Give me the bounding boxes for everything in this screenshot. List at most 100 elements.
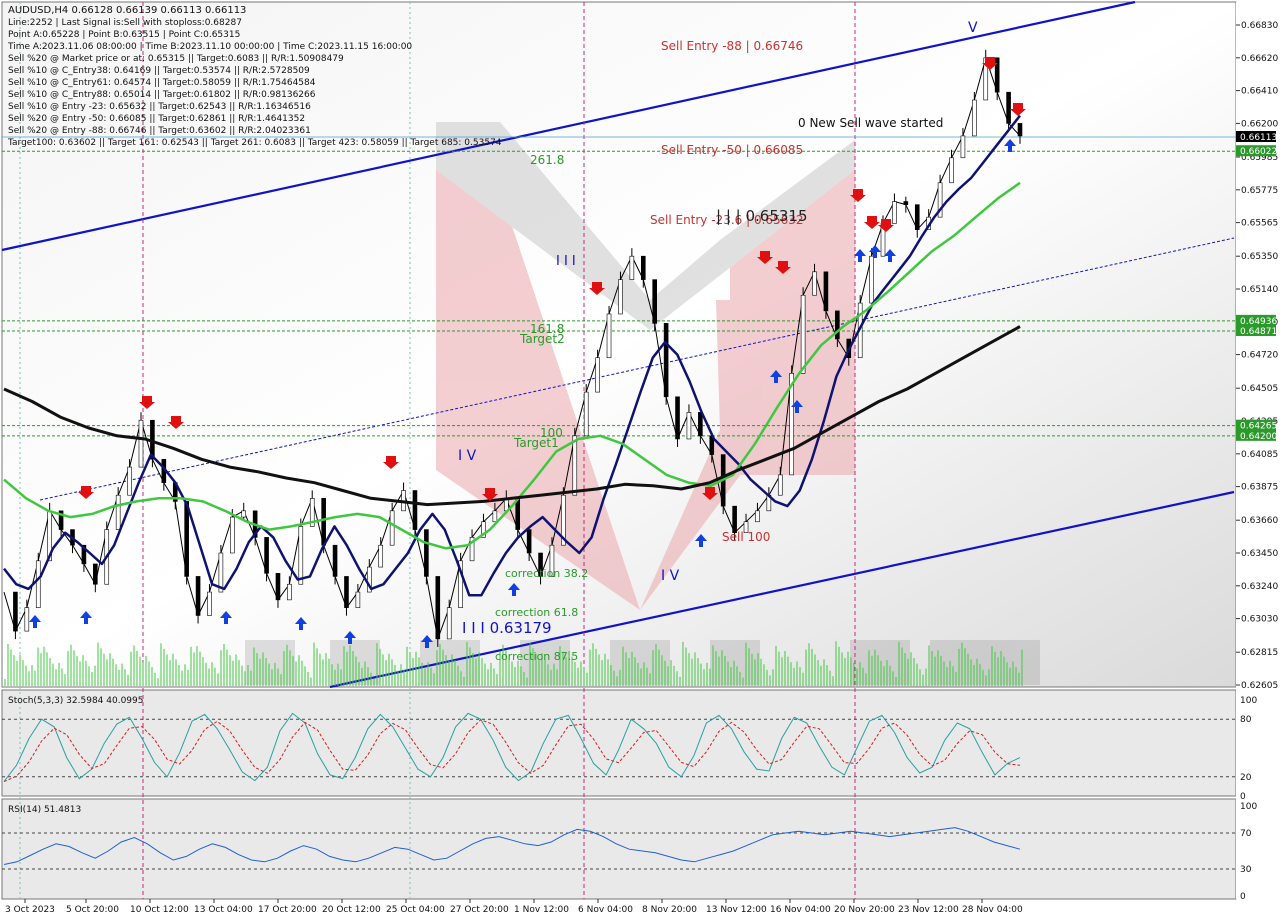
rsi-level-label: 30: [1240, 865, 1252, 875]
info-line: Point A:0.65228 | Point B:0.63515 | Poin…: [8, 30, 240, 40]
candle-body: [572, 435, 578, 496]
rsi-level-label: 70: [1240, 829, 1252, 839]
rsi-level-label: 100: [1240, 802, 1257, 812]
info-line: Time A:2023.11.06 08:00:00 | Time B:2023…: [7, 42, 412, 52]
sell-100-label: Sell 100: [722, 530, 770, 544]
sell-entry-88-label: Sell Entry -88 | 0.66746: [661, 39, 803, 53]
candle-body: [606, 313, 612, 359]
price-tick-label: 0.62605: [1241, 681, 1278, 691]
price-tick-label: 0.63030: [1241, 615, 1278, 625]
wave-iv-label: I V: [458, 448, 477, 464]
price-tick-label: 0.66830: [1241, 21, 1278, 31]
candle-body: [972, 99, 977, 137]
info-line: Target100: 0.63602 || Target 161: 0.6254…: [7, 138, 502, 148]
candle-body: [629, 255, 635, 280]
price-tick-label: 0.63240: [1241, 582, 1278, 592]
time-tick-label: 17 Oct 20:00: [258, 905, 317, 915]
time-tick-label: 5 Oct 20:00: [66, 905, 119, 915]
candle-body: [35, 560, 41, 608]
candle-body: [949, 157, 954, 184]
candle-body: [321, 498, 326, 546]
candle-body: [1017, 123, 1023, 137]
level-tag-label: 0.64871: [1240, 327, 1277, 337]
candle-body: [1006, 91, 1011, 124]
price-tick-label: 0.66620: [1241, 54, 1278, 64]
symbol-line: AUDUSD,H4 0.66128 0.66139 0.66113 0.6611…: [8, 5, 246, 16]
sell-entry-50-label: Sell Entry -50 | 0.66085: [661, 143, 803, 157]
candle-body: [138, 419, 144, 468]
candle-body: [332, 544, 338, 577]
candle-body: [298, 526, 304, 585]
level-tag-label: 0.64200: [1240, 432, 1277, 442]
chart-window: AUDUSD,H4 0.66128 0.66139 0.66113 0.6611…: [0, 0, 1280, 920]
fib-261-label: 261.8: [530, 153, 564, 167]
time-tick-label: 20 Nov 20:00: [834, 905, 895, 915]
candle-body: [184, 501, 189, 577]
candle-body: [526, 529, 532, 554]
stoch-title: Stoch(5,3,3) 32.5984 40.0995: [8, 696, 143, 706]
time-axis[interactable]: 3 Oct 2023 5 Oct 20:00 10 Oct 12:00 13 Oct …: [5, 899, 1023, 915]
price-tick-label: 0.65350: [1241, 252, 1278, 262]
level-tag-label: 0.66022: [1240, 147, 1277, 157]
candle-body: [869, 255, 874, 304]
point-c-label: | | | 0.65315: [716, 207, 808, 225]
candle-body: [241, 510, 247, 518]
wave-v-label: V: [968, 20, 978, 36]
corr-875-label: correction 87.5: [495, 650, 578, 663]
price-tick-label: 0.63875: [1241, 483, 1278, 493]
price-tick-label: 0.65140: [1241, 285, 1278, 295]
candle-body: [230, 516, 235, 554]
price-axis[interactable]: 0.668300.666200.664100.662000.659850.657…: [1236, 21, 1278, 691]
target1-label: Target1: [513, 436, 559, 450]
candle-body: [800, 294, 806, 374]
price-tick-label: 0.64505: [1241, 384, 1278, 394]
candle-body: [515, 498, 521, 530]
candle-body: [424, 529, 429, 577]
time-tick-label: 8 Nov 20:00: [642, 905, 697, 915]
time-tick-label: 3 Oct 2023: [5, 905, 55, 915]
candle-body: [663, 323, 669, 398]
candle-body: [127, 466, 132, 496]
candle-body: [960, 135, 966, 159]
candle-body: [13, 591, 18, 632]
info-line: Sell %20 @ Entry -88: 0.66746 || Target:…: [8, 126, 311, 136]
price-tick-label: 0.63450: [1241, 549, 1278, 559]
candle-body: [344, 576, 349, 608]
candle-body: [755, 510, 760, 523]
candle-body: [24, 607, 30, 632]
candle-body: [207, 591, 212, 616]
time-tick-label: 28 Nov 04:00: [962, 905, 1023, 915]
candle-body: [777, 474, 783, 496]
price-tick-label: 0.64085: [1241, 450, 1278, 460]
candle-body: [812, 271, 817, 296]
price-tick-label: 0.65565: [1241, 219, 1278, 229]
candle-body: [435, 576, 441, 640]
candle-body: [640, 255, 646, 280]
stoch-panel: [1, 689, 1237, 797]
candle-body: [892, 201, 897, 224]
new-wave-label: 0 New Sell wave started: [798, 116, 943, 130]
candle-body: [93, 563, 98, 585]
candle-body: [287, 583, 292, 601]
point-b-label: I I I 0.63179: [462, 619, 552, 637]
rsi-panel: [1, 798, 1237, 900]
time-tick-label: 1 Nov 12:00: [514, 905, 569, 915]
wave-iii-label: I I I: [556, 254, 576, 269]
corr-618-label: correction 61.8: [495, 606, 578, 619]
info-line: Sell %10 @ C_Entry38: 0.64169 || Target:…: [8, 66, 310, 76]
price-tick-label: 0.63660: [1241, 516, 1278, 526]
candle-body: [275, 573, 281, 601]
price-tick-label: 0.62815: [1241, 648, 1278, 658]
time-tick-label: 6 Nov 04:00: [578, 905, 633, 915]
candle-body: [914, 204, 920, 230]
info-line: Sell %20 @ Entry -50: 0.66085 || Target:…: [8, 114, 305, 124]
candle-body: [994, 57, 1000, 93]
rsi-level-label: 0: [1240, 892, 1246, 902]
corr-382-label: correction 38.2: [505, 567, 588, 580]
candle-body: [595, 357, 600, 393]
candle-body: [389, 510, 395, 546]
price-tick-label: 0.64720: [1241, 351, 1278, 361]
price-tick-label: 0.66200: [1241, 119, 1278, 129]
candle-body: [686, 412, 692, 440]
chart-canvas[interactable]: AUDUSD,H4 0.66128 0.66139 0.66113 0.6611…: [0, 0, 1280, 920]
